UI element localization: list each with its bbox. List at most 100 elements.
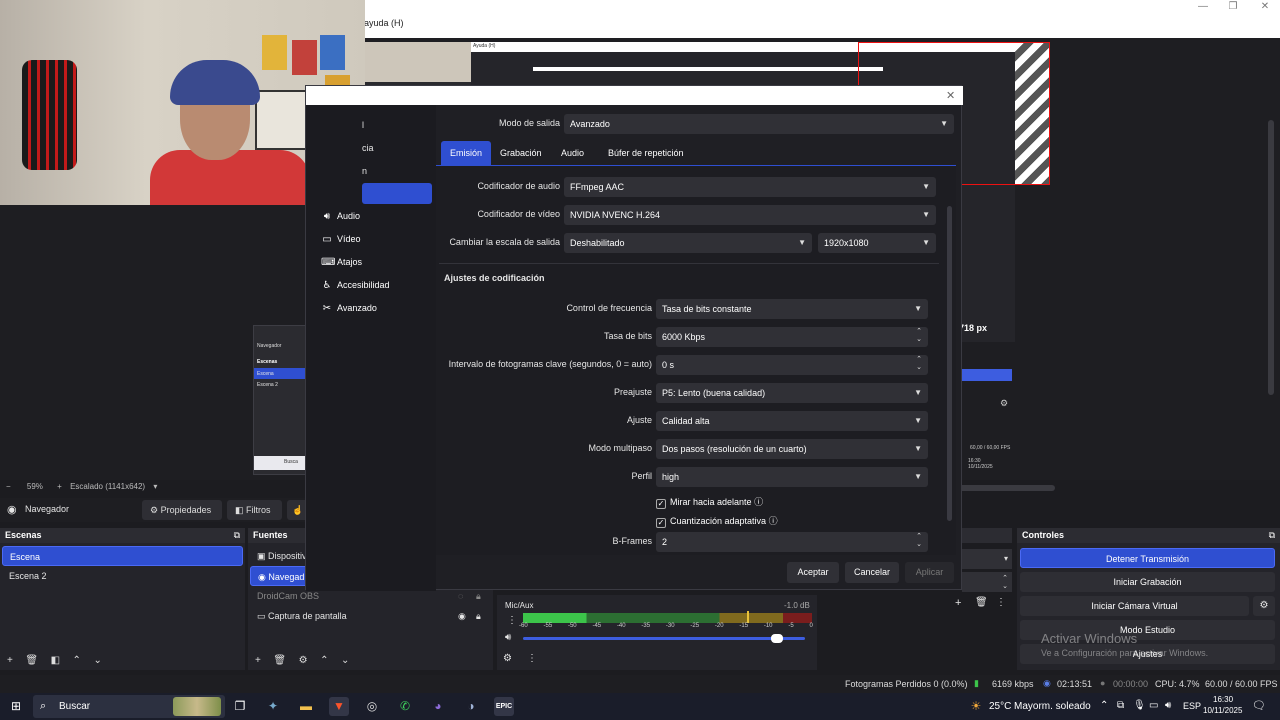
language-indicator[interactable]: ESP (1183, 701, 1201, 711)
virtual-cam-gear-icon[interactable]: ⚙ (1253, 596, 1275, 616)
volume-icon[interactable]: 🔊︎ (1165, 700, 1171, 711)
mixer-settings-icon[interactable]: ⚙ (503, 653, 512, 664)
accept-button[interactable]: Aceptar (787, 562, 839, 583)
tab-audio[interactable]: Audio (552, 141, 593, 165)
rescale-dropdown[interactable]: Deshabilitado ▼ (564, 233, 812, 253)
sidebar-item-output-selected[interactable] (362, 183, 432, 204)
sidebar-item-accessibility[interactable]: ♿︎ Accesibilidad (321, 275, 390, 295)
spinner-arrows-icon[interactable]: ⌃ ⌄ (916, 356, 922, 372)
profile-dropdown[interactable]: high ▼ (656, 467, 928, 487)
duration-spinner[interactable]: ⌃ ⌄ (962, 572, 1012, 592)
arrow-down-icon[interactable]: ⌄ (341, 655, 349, 666)
network-icon[interactable]: ▭ (1149, 700, 1158, 711)
sidebar-item-partial[interactable]: n (362, 166, 367, 176)
source-item[interactable]: ▭ Captura de pantalla ◉ 🔒︎ (250, 606, 491, 626)
preview-vscrollbar[interactable] (1268, 120, 1274, 395)
sidebar-item-hotkeys[interactable]: ⌨ Atajos (321, 252, 362, 272)
tuning-dropdown[interactable]: Calidad alta ▼ (656, 411, 928, 431)
bitrate-spinner[interactable]: 6000 Kbps ⌃ ⌄ (656, 327, 928, 347)
bframes-spinner[interactable]: 2 ⌃ ⌄ (656, 532, 928, 552)
stop-stream-button[interactable]: Detener Transmisión (1020, 548, 1275, 568)
add-icon[interactable]: + (7, 655, 13, 666)
zoom-in-icon[interactable]: + (57, 482, 62, 491)
task-view-icon[interactable]: ❐ (230, 697, 250, 716)
trash-icon[interactable]: 🗑 (273, 655, 286, 666)
output-mode-dropdown[interactable]: Avanzado ▼ (564, 114, 954, 134)
lock-icon[interactable]: 🔒︎ (476, 606, 481, 626)
copilot-icon[interactable]: ✦ (263, 697, 283, 716)
rate-control-dropdown[interactable]: Tasa de bits constante ▼ (656, 299, 928, 319)
microphone-icon[interactable]: 🎙︎ (1133, 700, 1146, 711)
apply-button[interactable]: Aplicar (905, 562, 954, 583)
adaptive-quant-checkbox[interactable]: ✓ Cuantización adaptativa ⓘ (656, 514, 778, 528)
notification-icon[interactable]: 🗨︎ (1252, 699, 1266, 712)
steam-icon[interactable]: ◑ (461, 697, 481, 716)
undock-icon[interactable]: ⧉ (234, 528, 240, 543)
arrow-up-icon[interactable]: ⌃ (320, 655, 328, 666)
minimize-icon[interactable]: — (1188, 0, 1218, 16)
content-scrollbar[interactable] (947, 206, 952, 521)
spinner-arrows-icon[interactable]: ⌃ ⌄ (916, 328, 922, 344)
kebab-icon[interactable]: ⋮ (507, 615, 517, 626)
preset-dropdown[interactable]: P5: Lento (buena calidad) ▼ (656, 383, 928, 403)
trash-icon[interactable]: 🗑 (975, 597, 988, 608)
volume-slider[interactable] (523, 634, 805, 643)
chevron-up-icon[interactable]: ⌃ (1100, 700, 1108, 711)
arrow-down-icon[interactable]: ⌄ (93, 655, 101, 666)
menu-help[interactable]: ayuda (H) (364, 18, 404, 28)
start-virtual-cam-button[interactable]: Iniciar Cámara Virtual (1020, 596, 1249, 616)
help-icon[interactable]: ⓘ (754, 497, 763, 507)
add-icon[interactable]: + (955, 597, 961, 609)
trash-icon[interactable]: 🗑 (25, 655, 38, 666)
kebab-icon[interactable]: ⋮ (996, 597, 1006, 608)
undock-icon[interactable]: ⧉ (1269, 528, 1275, 543)
arrow-up-icon[interactable]: ⌃ (73, 655, 81, 666)
properties-button[interactable]: ⚙ Propiedades (142, 500, 222, 520)
rescale-resolution-dropdown[interactable]: 1920x1080 ▼ (818, 233, 936, 253)
whatsapp-icon[interactable]: ✆ (395, 697, 415, 716)
sidebar-item-video[interactable]: ▭ Vídeo (321, 229, 360, 249)
add-icon[interactable]: + (255, 655, 261, 666)
volume-handle[interactable] (770, 634, 783, 643)
audio-encoder-dropdown[interactable]: FFmpeg AAC ▼ (564, 177, 936, 197)
tab-recording[interactable]: Grabación (491, 141, 551, 165)
discord-icon[interactable]: ◕ (428, 697, 448, 716)
zoom-out-icon[interactable]: − (6, 482, 11, 491)
scene-item[interactable]: Escena 2 (2, 566, 243, 586)
sidebar-item-advanced[interactable]: ✂ Avanzado (321, 298, 377, 318)
start-recording-button[interactable]: Iniciar Grabación (1020, 572, 1275, 592)
windows-start-icon[interactable]: ⊞ (6, 697, 26, 716)
tab-replay-buffer[interactable]: Búfer de repetición (599, 141, 693, 165)
lookahead-checkbox[interactable]: ✓ Mirar hacia adelante ⓘ (656, 495, 763, 509)
spinner-arrows-icon[interactable]: ⌃ ⌄ (916, 533, 922, 549)
obs-icon[interactable]: ◎ (362, 697, 382, 716)
help-icon[interactable]: ⓘ (769, 516, 778, 526)
cancel-button[interactable]: Cancelar (845, 562, 899, 583)
kebab-icon[interactable]: ⋮ (527, 653, 537, 664)
filters-button[interactable]: ◧ Filtros (227, 500, 282, 520)
sidebar-item-audio[interactable]: 🔊︎ Audio (321, 206, 360, 226)
tray-app-icon[interactable]: ⧉ (1117, 700, 1124, 711)
close-icon[interactable]: ✕ (1250, 0, 1280, 16)
clock-time[interactable]: 16:30 (1213, 695, 1233, 704)
maximize-icon[interactable]: ❐ (1218, 0, 1248, 16)
scene-item[interactable]: Escena (2, 546, 243, 566)
video-encoder-dropdown[interactable]: NVIDIA NVENC H.264 ▼ (564, 205, 936, 225)
transition-dropdown[interactable]: ▾ (962, 549, 1012, 569)
sidebar-item-partial[interactable]: cia (362, 143, 374, 153)
tab-streaming[interactable]: Emisión (441, 141, 492, 165)
taskbar-search[interactable]: ⌕ Buscar (33, 695, 225, 718)
chevron-down-icon[interactable]: ▾ (153, 482, 157, 491)
sidebar-item-partial[interactable]: l (362, 120, 364, 130)
eye-icon[interactable]: ◉ (458, 606, 466, 626)
clock-date[interactable]: 10/11/2025 (1203, 706, 1242, 715)
filter-icon[interactable]: ◧ (51, 655, 60, 666)
gear-icon[interactable]: ⚙ (299, 655, 308, 666)
epic-games-icon[interactable]: EPIC (494, 697, 514, 716)
close-icon[interactable]: ✕ (946, 89, 955, 102)
brave-browser-icon[interactable]: ▼ (329, 697, 349, 716)
speaker-icon[interactable]: 🔊︎ (505, 632, 511, 643)
file-explorer-icon[interactable]: ▬ (296, 697, 316, 716)
multipass-dropdown[interactable]: Dos pasos (resolución de un cuarto) ▼ (656, 439, 928, 459)
keyframe-spinner[interactable]: 0 s ⌃ ⌄ (656, 355, 928, 375)
